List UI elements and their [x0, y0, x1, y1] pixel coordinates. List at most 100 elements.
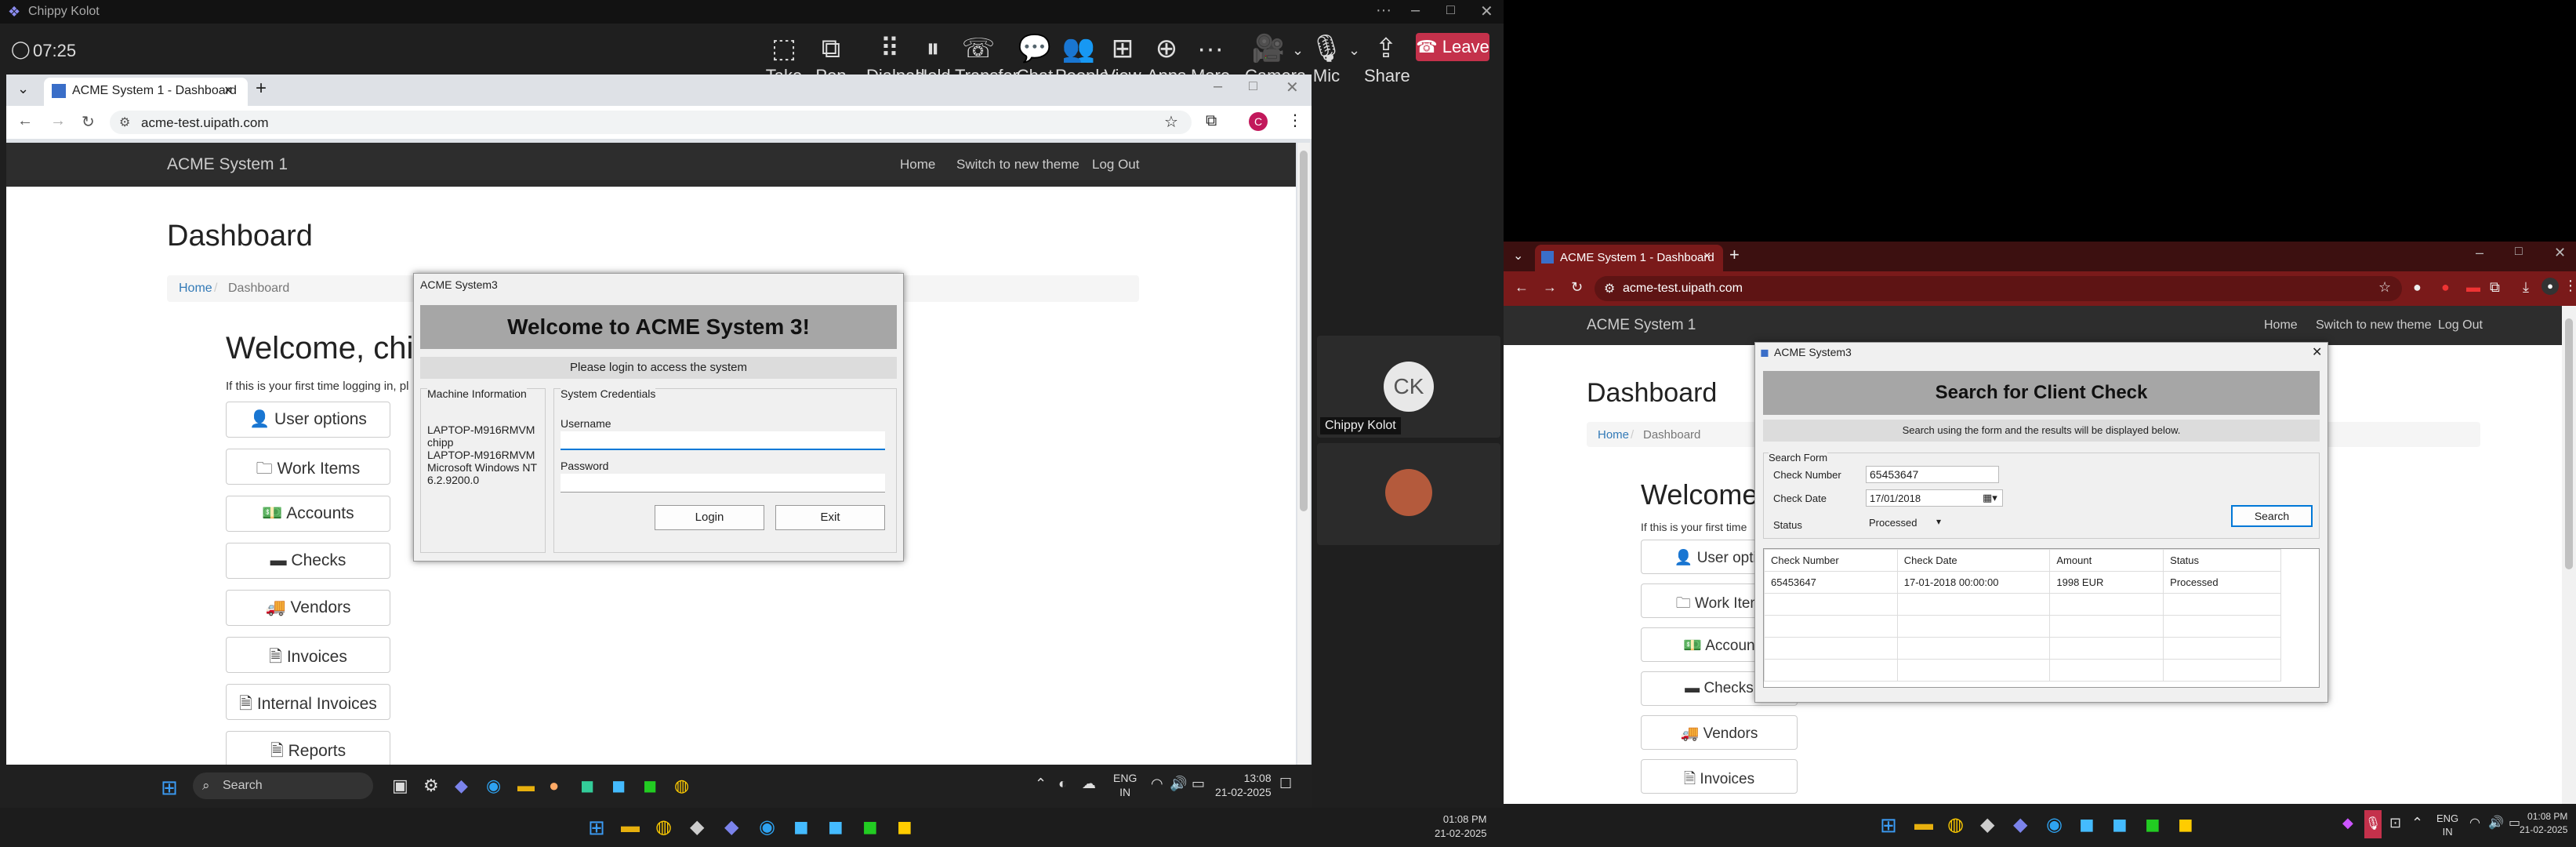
- nav-home[interactable]: Home: [900, 157, 935, 173]
- app-icon[interactable]: ◼: [643, 776, 657, 796]
- tab-search-icon[interactable]: ⌄: [1513, 248, 1523, 264]
- edge-icon[interactable]: ◉: [486, 776, 501, 796]
- download-icon[interactable]: ⤓: [2523, 279, 2529, 296]
- mic-tray-icon[interactable]: 🎙: [2364, 810, 2382, 838]
- chevron-down-icon[interactable]: ⌄: [1348, 42, 1360, 59]
- username-input[interactable]: [561, 431, 885, 450]
- mic-tray-icon[interactable]: ◐: [1058, 776, 1067, 792]
- reload-icon[interactable]: ↻: [82, 112, 95, 132]
- language-indicator[interactable]: ENG IN: [1113, 771, 1137, 799]
- close-icon[interactable]: ✕: [1480, 2, 1493, 21]
- app-icon[interactable]: ◼: [2112, 813, 2128, 836]
- profile-avatar-icon[interactable]: ●: [2542, 278, 2559, 295]
- battery-icon[interactable]: ▭: [1192, 776, 1205, 792]
- app-icon[interactable]: ◆: [1980, 813, 1994, 836]
- breadcrumb-home[interactable]: Home: [1598, 428, 1629, 442]
- app-icon[interactable]: ◼: [862, 816, 878, 838]
- tab-acme[interactable]: ACME System 1 - Dashboard ×: [44, 78, 248, 106]
- column-header[interactable]: Check Number: [1764, 549, 1898, 572]
- explorer-icon[interactable]: ▬: [621, 816, 640, 838]
- accounts-button[interactable]: 💵 Accounts: [226, 496, 390, 532]
- close-window-icon[interactable]: ✕: [1286, 78, 1299, 97]
- cloud-icon[interactable]: ☁: [1082, 776, 1096, 792]
- kebab-menu-icon[interactable]: ⋮: [1287, 111, 1303, 130]
- new-tab-icon[interactable]: +: [256, 78, 267, 100]
- app-icon[interactable]: ◼: [611, 776, 626, 796]
- forward-icon[interactable]: →: [1543, 279, 1557, 296]
- scrollbar-thumb[interactable]: [2565, 318, 2573, 569]
- profile-avatar-icon[interactable]: C: [1249, 112, 1268, 131]
- site-info-icon[interactable]: ⚙: [119, 115, 130, 130]
- close-icon[interactable]: ✕: [2312, 344, 2322, 360]
- extensions-icon[interactable]: ⧉: [2490, 279, 2500, 296]
- app-icon[interactable]: ◼: [2145, 813, 2161, 836]
- edge-icon[interactable]: ◉: [2046, 813, 2063, 836]
- scrollbar[interactable]: [1297, 143, 1310, 765]
- volume-icon[interactable]: 🔊: [1170, 776, 1187, 792]
- taskbar-clock[interactable]: 01:08 PM 21-02-2025: [2520, 810, 2567, 837]
- windows-start-icon[interactable]: ⊞: [161, 776, 178, 800]
- bookmark-star-icon[interactable]: ☆: [2378, 279, 2391, 296]
- tray-icon[interactable]: ◆: [2342, 815, 2353, 831]
- close-tab-icon[interactable]: ×: [224, 82, 233, 99]
- app-icon[interactable]: ◼: [828, 816, 844, 838]
- chevron-up-icon[interactable]: ⌃: [1035, 776, 1047, 792]
- extensions-icon[interactable]: ⧉: [1206, 112, 1217, 130]
- teams-app-icon[interactable]: ◆: [2013, 813, 2027, 836]
- calendar-icon[interactable]: ▦▾: [1983, 492, 1997, 504]
- chrome-icon[interactable]: ◍: [655, 816, 672, 838]
- breadcrumb-home[interactable]: Home: [179, 282, 212, 296]
- tray-icon[interactable]: ⊡: [2389, 815, 2401, 831]
- app-icon[interactable]: ▣: [392, 776, 408, 796]
- check-number-input[interactable]: 65453647: [1866, 466, 1999, 483]
- extension-icon[interactable]: ●: [2413, 279, 2422, 296]
- participant-tile-self[interactable]: [1317, 443, 1500, 545]
- app-icon[interactable]: ●: [549, 776, 559, 796]
- participant-tile[interactable]: CK Chippy Kolot: [1317, 336, 1500, 438]
- login-button[interactable]: Login: [655, 505, 764, 530]
- column-header[interactable]: Amount: [2049, 549, 2164, 572]
- maximize-icon[interactable]: □: [2515, 245, 2523, 259]
- minimize-icon[interactable]: –: [1411, 2, 1420, 20]
- exit-button[interactable]: Exit: [775, 505, 885, 530]
- maximize-icon[interactable]: □: [1249, 78, 1257, 94]
- internal-invoices-button[interactable]: 🗎 Internal Invoices: [226, 684, 390, 720]
- results-grid[interactable]: Check Number Check Date Amount Status 65…: [1763, 548, 2320, 688]
- chrome-icon[interactable]: ◍: [1947, 813, 1964, 836]
- site-info-icon[interactable]: ⚙: [1604, 281, 1615, 296]
- teams-app-icon[interactable]: ◆: [455, 776, 468, 796]
- kebab-menu-icon[interactable]: ⋮: [2563, 278, 2576, 294]
- check-date-picker[interactable]: 17/01/2018 ▦▾: [1866, 489, 2003, 507]
- minimize-icon[interactable]: –: [2476, 245, 2483, 261]
- minimize-icon[interactable]: –: [1214, 78, 1222, 96]
- password-input[interactable]: [561, 474, 885, 493]
- scrollbar[interactable]: [2562, 306, 2576, 804]
- nav-home[interactable]: Home: [2264, 318, 2298, 333]
- notification-icon[interactable]: ☐: [1279, 776, 1292, 792]
- url-bar[interactable]: ⚙ acme-test.uipath.com ☆: [1595, 276, 2402, 301]
- language-indicator[interactable]: ENG IN: [2436, 812, 2458, 838]
- status-select[interactable]: Processed ▾: [1866, 514, 1952, 532]
- nav-logout[interactable]: Log Out: [2438, 318, 2483, 333]
- checks-button[interactable]: ▬ Checks: [226, 543, 390, 579]
- vendors-button[interactable]: 🚚 Vendors: [1641, 715, 1798, 750]
- column-header[interactable]: Status: [2163, 549, 2281, 572]
- vendors-button[interactable]: 🚚 Vendors: [226, 590, 390, 626]
- nav-logout[interactable]: Log Out: [1092, 157, 1140, 173]
- column-header[interactable]: Check Date: [1896, 549, 2051, 572]
- taskbar-clock[interactable]: 13:08 21-02-2025: [1215, 771, 1272, 799]
- table-row[interactable]: 65453647 17-01-2018 00:00:00 1998 EUR Pr…: [1764, 571, 2281, 594]
- invoices-button[interactable]: 🗎 Invoices: [1641, 759, 1798, 794]
- navbar-brand[interactable]: ACME System 1: [167, 155, 288, 174]
- new-tab-icon[interactable]: +: [1729, 245, 1740, 265]
- battery-icon[interactable]: ▭: [2509, 815, 2520, 831]
- tab-search-icon[interactable]: ⌄: [17, 81, 29, 97]
- back-icon[interactable]: ←: [17, 112, 33, 130]
- wifi-icon[interactable]: ◠: [1151, 776, 1163, 792]
- reports-button[interactable]: 🗎 Reports: [226, 731, 390, 765]
- app-icon[interactable]: ⚙: [423, 776, 439, 796]
- extension-icon[interactable]: ▬: [2466, 279, 2480, 296]
- edge-icon[interactable]: ◉: [759, 816, 775, 838]
- wifi-icon[interactable]: ◠: [2469, 815, 2480, 831]
- explorer-icon[interactable]: ▬: [517, 776, 535, 796]
